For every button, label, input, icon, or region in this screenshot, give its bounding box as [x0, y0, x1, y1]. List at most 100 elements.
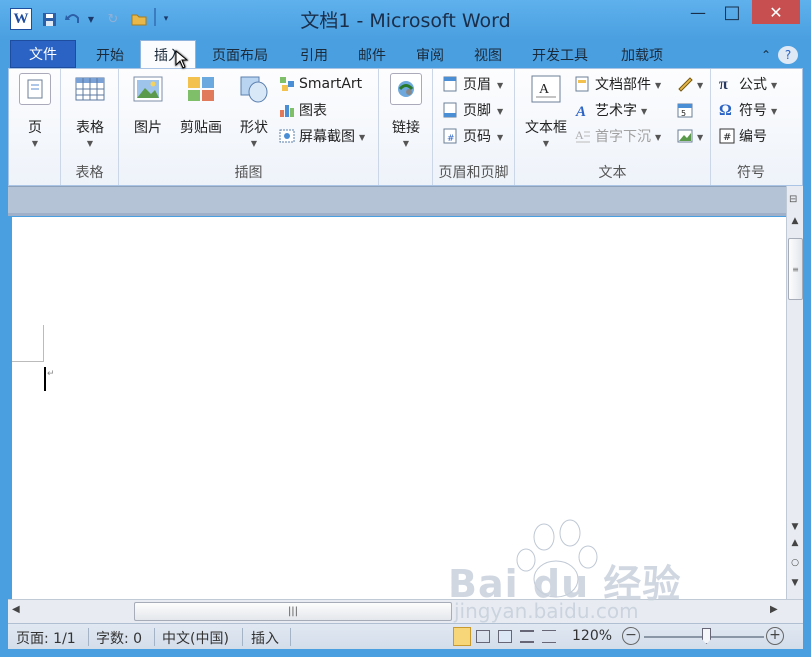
tab-review[interactable]: 审阅: [406, 42, 454, 68]
browse-object-icon[interactable]: ○: [789, 558, 801, 570]
tab-developer[interactable]: 开发工具: [522, 42, 598, 68]
document-page[interactable]: ↵: [12, 217, 786, 599]
signature-line-icon: [677, 76, 693, 92]
insert-mode[interactable]: 插入: [251, 628, 279, 648]
chart-label: 图表: [299, 103, 327, 119]
help-icon[interactable]: ?: [778, 46, 798, 64]
status-separator: [242, 628, 243, 646]
tab-references[interactable]: 引用: [290, 42, 338, 68]
group-label-tables: 表格: [75, 165, 104, 181]
screenshot-button[interactable]: 屏幕截图 ▼: [279, 125, 365, 147]
links-button[interactable]: 链接 ▼: [387, 73, 425, 148]
status-separator: [154, 628, 155, 646]
scroll-down-icon[interactable]: ▼: [789, 522, 801, 534]
tab-file[interactable]: 文件: [10, 40, 76, 68]
status-separator: [290, 628, 291, 646]
scroll-left-icon[interactable]: ◀: [12, 604, 20, 615]
vertical-scroll-thumb[interactable]: ≡: [788, 238, 803, 300]
horizontal-scroll-thumb[interactable]: |||: [134, 602, 452, 621]
tab-home[interactable]: 开始: [84, 42, 136, 68]
header-icon: [443, 76, 459, 92]
zoom-slider-thumb[interactable]: [702, 628, 711, 644]
ruler-area: [8, 186, 786, 216]
close-button[interactable]: ✕: [752, 0, 800, 24]
tab-page-layout[interactable]: 页面布局: [202, 42, 278, 68]
status-separator: [88, 628, 89, 646]
next-page-icon[interactable]: ▼: [789, 578, 801, 590]
zoom-level[interactable]: 120%: [572, 628, 612, 644]
ruler-toggle-icon[interactable]: ⊟: [789, 194, 801, 208]
picture-icon: [132, 73, 164, 105]
table-icon: [74, 73, 106, 105]
page-icon: [19, 73, 51, 105]
symbol-button[interactable]: Ω 符号 ▼: [719, 99, 777, 121]
pi-icon: π: [719, 76, 728, 93]
shapes-icon: [238, 73, 270, 105]
quickparts-button[interactable]: 文档部件 ▼: [575, 73, 661, 95]
signature-line-button[interactable]: ▼: [677, 73, 703, 95]
dropcap-icon: A: [575, 128, 591, 144]
chevron-down-icon: ▼: [497, 106, 504, 116]
minimize-button[interactable]: —: [682, 0, 714, 24]
page-count[interactable]: 页面: 1/1: [16, 628, 76, 648]
chevron-down-icon: ▼: [359, 132, 366, 142]
previous-page-icon[interactable]: ▲: [789, 538, 801, 550]
chevron-down-icon: ▼: [697, 132, 704, 142]
picture-button[interactable]: 图片: [129, 73, 167, 137]
chart-button[interactable]: 图表: [279, 99, 327, 121]
collapse-ribbon-icon[interactable]: ⌃: [756, 42, 776, 68]
object-button[interactable]: ▼: [677, 125, 703, 147]
maximize-button[interactable]: □: [716, 0, 748, 24]
page-button[interactable]: 页 ▼: [15, 73, 55, 148]
group-label-text: 文本: [598, 165, 627, 181]
vertical-scrollbar[interactable]: ⊟ ▲ ≡ ▼ ▲ ○ ▼: [786, 186, 803, 599]
table-button[interactable]: 表格 ▼: [69, 73, 111, 148]
svg-text:A: A: [575, 128, 584, 142]
language[interactable]: 中文(中国): [162, 628, 229, 648]
group-label-symbols: 符号: [737, 165, 765, 181]
header-button[interactable]: 页眉 ▼: [443, 73, 503, 95]
chevron-down-icon: ▼: [655, 132, 662, 142]
draft-icon[interactable]: [542, 630, 556, 643]
group-links: 链接 ▼: [379, 69, 433, 185]
print-layout-icon[interactable]: [453, 627, 471, 646]
smartart-button[interactable]: SmartArt: [279, 73, 362, 95]
tab-mailings[interactable]: 邮件: [348, 42, 396, 68]
smartart-icon: [279, 76, 295, 92]
picture-label: 图片: [134, 120, 162, 136]
datetime-button[interactable]: 5: [677, 99, 697, 121]
shapes-button[interactable]: 形状 ▼: [233, 73, 275, 148]
object-icon: [677, 128, 693, 144]
page-number-button[interactable]: # 页码 ▼: [443, 125, 503, 147]
scroll-up-icon[interactable]: ▲: [789, 216, 801, 228]
clipart-button[interactable]: 剪贴画: [173, 73, 229, 137]
group-header-footer: 页眉 ▼ 页脚 ▼ # 页码 ▼ 页眉和页脚: [433, 69, 515, 185]
textbox-button[interactable]: A 文本框 ▼: [519, 73, 573, 148]
web-layout-icon[interactable]: [498, 630, 512, 643]
links-label: 链接: [392, 120, 420, 136]
table-label: 表格: [76, 120, 104, 136]
reading-layout-icon[interactable]: [476, 630, 490, 643]
footer-icon: [443, 102, 459, 118]
scroll-right-icon[interactable]: ▶: [770, 604, 778, 615]
zoom-in-icon[interactable]: +: [766, 627, 784, 645]
word-count[interactable]: 字数: 0: [96, 628, 142, 648]
tab-view[interactable]: 视图: [464, 42, 512, 68]
wordart-button[interactable]: A 艺术字 ▼: [575, 99, 647, 121]
chevron-down-icon: ▼: [497, 80, 504, 90]
footer-button[interactable]: 页脚 ▼: [443, 99, 503, 121]
margin-corner-mark: [12, 325, 44, 362]
svg-text:#: #: [447, 134, 455, 144]
outline-icon[interactable]: [520, 630, 534, 643]
title-bar: W ▼ ↻ ▾ 文档1 - Microsoft Word — □ ✕: [0, 0, 811, 37]
tab-addins[interactable]: 加载项: [610, 42, 674, 68]
number-button[interactable]: # 编号: [719, 125, 767, 147]
zoom-out-icon[interactable]: −: [622, 627, 640, 645]
group-illustrations: 图片 剪贴画 形状 ▼ SmartArt 图表 屏幕截图 ▼ 插图: [119, 69, 379, 185]
equation-button[interactable]: π 公式 ▼: [719, 73, 777, 95]
horizontal-scrollbar[interactable]: ◀ ||| ▶: [8, 599, 803, 623]
chevron-down-icon: ▼: [250, 139, 258, 148]
clipart-icon: [185, 73, 217, 105]
paragraph-mark-icon: ↵: [47, 369, 55, 379]
ruler-divider: [8, 213, 786, 216]
